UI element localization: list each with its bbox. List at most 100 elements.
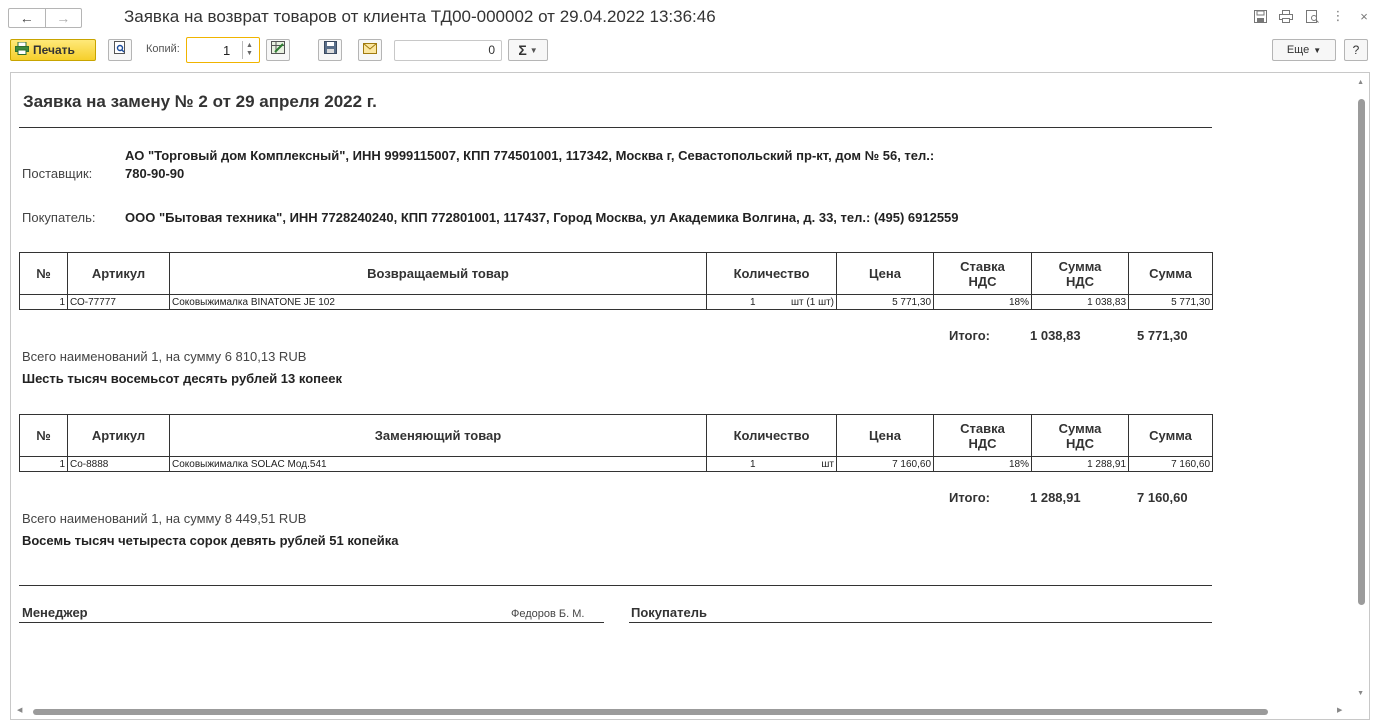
table-header-row: № Артикул Заменяющий товар Количество Це… xyxy=(19,414,1214,457)
window-title: Заявка на возврат товаров от клиента ТД0… xyxy=(124,7,716,26)
cell-qty: 1 xyxy=(706,456,758,472)
supplier-details-line2: 780-90-90 xyxy=(125,166,185,181)
page-number-field[interactable]: 0 xyxy=(394,40,502,61)
returned-total-sum: 5 771,30 xyxy=(1137,328,1188,343)
header-vat-rate-line2: НДС xyxy=(968,435,997,451)
buyer-signature-line xyxy=(629,622,1212,623)
table-row: 1 Со-8888 Соковыжималка SOLAC Мод.541 1 … xyxy=(19,456,1214,472)
scroll-right-icon[interactable]: ▶ xyxy=(1337,706,1342,714)
replacement-sum-in-words: Восемь тысяч четыреста сорок девять рубл… xyxy=(22,533,399,548)
returned-summary: Всего наименований 1, на сумму 6 810,13 … xyxy=(22,349,307,364)
cell-vat-rate: 18% xyxy=(933,456,1033,472)
replacement-total-vat: 1 288,91 xyxy=(1030,490,1081,505)
cell-unit: шт xyxy=(757,456,838,472)
arrow-right-icon: → xyxy=(56,10,71,26)
header-vat-rate-line1: Ставка xyxy=(960,420,1005,436)
header-sum: Сумма xyxy=(1128,414,1214,457)
envelope-icon xyxy=(363,41,377,59)
spin-down-icon: ▼ xyxy=(246,50,253,57)
cell-sum: 5 771,30 xyxy=(1128,294,1214,310)
toolbar: Печать Копий: 1 ▲ ▼ 0 Σ ▼ Еще ▼ ? xyxy=(0,36,1380,68)
more-button-label: Еще xyxy=(1286,44,1310,56)
print-button[interactable]: Печать xyxy=(10,39,96,61)
arrow-left-icon: ← xyxy=(19,10,34,26)
cell-article: Со-8888 xyxy=(67,456,170,472)
more-vertical-icon[interactable]: ⋮ xyxy=(1330,8,1346,24)
horizontal-scroll-thumb[interactable] xyxy=(33,709,1268,715)
scroll-left-icon[interactable]: ◀ xyxy=(17,706,22,714)
header-price: Цена xyxy=(836,414,935,457)
header-vat-sum: Сумма НДС xyxy=(1031,414,1130,457)
supplier-label: Поставщик: xyxy=(22,166,93,181)
preview-button[interactable] xyxy=(108,39,132,61)
manager-name: Федоров Б. М. xyxy=(511,608,585,620)
returned-goods-table: № Артикул Возвращаемый товар Количество … xyxy=(19,252,1214,310)
cell-price: 7 160,60 xyxy=(836,456,935,472)
replacement-summary: Всего наименований 1, на сумму 8 449,51 … xyxy=(22,511,307,526)
cell-price: 5 771,30 xyxy=(836,294,935,310)
vertical-scroll-thumb[interactable] xyxy=(1358,99,1365,605)
cell-qty: 1 xyxy=(706,294,758,310)
header-price: Цена xyxy=(836,252,935,295)
chevron-down-icon: ▼ xyxy=(529,45,538,55)
header-vat-sum-line1: Сумма xyxy=(1058,258,1102,274)
print-button-label: Печать xyxy=(33,43,75,57)
header-quantity: Количество xyxy=(705,414,838,457)
copies-input[interactable]: 1 ▲ ▼ xyxy=(186,37,260,63)
copies-value: 1 xyxy=(223,43,231,58)
returned-total-label: Итого: xyxy=(949,328,990,343)
horizontal-scrollbar[interactable]: ◀ ▶ xyxy=(11,705,1369,719)
printer-icon xyxy=(15,41,29,58)
spreadsheet-document: Заявка на замену № 2 от 29 апреля 2022 г… xyxy=(11,73,1351,703)
header-product: Возвращаемый товар xyxy=(169,252,707,295)
table-header-row: № Артикул Возвращаемый товар Количество … xyxy=(19,252,1214,295)
header-product: Заменяющий товар xyxy=(169,414,707,457)
cell-product: Соковыжималка SOLAC Мод.541 xyxy=(169,456,707,472)
header-vat-sum-line1: Сумма xyxy=(1058,420,1102,436)
copies-spinner[interactable]: ▲ ▼ xyxy=(242,41,256,59)
title-bar: ← → Заявка на возврат товаров от клиента… xyxy=(0,0,1380,34)
replacement-total-label: Итого: xyxy=(949,490,990,505)
cell-vat-sum: 1 038,83 xyxy=(1031,294,1130,310)
scroll-down-icon[interactable]: ▼ xyxy=(1357,690,1364,697)
window-controls: ⋮ × xyxy=(1252,8,1372,24)
send-email-button[interactable] xyxy=(358,39,382,61)
sum-dropdown-button[interactable]: Σ ▼ xyxy=(508,39,548,61)
header-num: № xyxy=(19,414,68,457)
more-button[interactable]: Еще ▼ xyxy=(1272,39,1336,61)
replacement-goods-table: № Артикул Заменяющий товар Количество Це… xyxy=(19,414,1214,472)
help-button[interactable]: ? xyxy=(1344,39,1368,61)
document-viewer[interactable]: Заявка на замену № 2 от 29 апреля 2022 г… xyxy=(10,72,1370,720)
print-icon[interactable] xyxy=(1278,8,1294,24)
replacement-total-sum: 7 160,60 xyxy=(1137,490,1188,505)
scroll-up-icon[interactable]: ▲ xyxy=(1357,79,1364,86)
header-vat-sum-line2: НДС xyxy=(1065,273,1095,289)
signature-divider xyxy=(19,585,1212,586)
buyer-signature-label: Покупатель xyxy=(631,605,707,620)
document-title: Заявка на замену № 2 от 29 апреля 2022 г… xyxy=(23,92,377,111)
cell-vat-rate: 18% xyxy=(933,294,1033,310)
header-quantity: Количество xyxy=(705,252,838,295)
cell-vat-sum: 1 288,91 xyxy=(1031,456,1130,472)
chevron-down-icon: ▼ xyxy=(1313,45,1322,55)
edit-table-icon xyxy=(271,41,285,59)
header-vat-rate-line2: НДС xyxy=(968,273,997,289)
vertical-scrollbar[interactable]: ▲ ▼ xyxy=(1353,73,1369,719)
preview-icon[interactable] xyxy=(1304,8,1320,24)
buyer-label: Покупатель: xyxy=(22,210,96,225)
edit-mode-button[interactable] xyxy=(266,39,290,61)
save-icon[interactable] xyxy=(1252,8,1268,24)
header-sum: Сумма xyxy=(1128,252,1214,295)
cell-sum: 7 160,60 xyxy=(1128,456,1214,472)
sigma-icon: Σ xyxy=(518,42,527,58)
save-button[interactable] xyxy=(318,39,342,61)
header-article: Артикул xyxy=(67,252,170,295)
floppy-icon xyxy=(323,41,337,59)
copies-label: Копий: xyxy=(146,43,180,55)
back-button[interactable]: ← xyxy=(9,9,45,27)
forward-button[interactable]: → xyxy=(44,9,82,27)
buyer-details: ООО "Бытовая техника", ИНН 7728240240, К… xyxy=(125,210,959,225)
close-icon[interactable]: × xyxy=(1356,8,1372,24)
header-vat-rate: Ставка НДС xyxy=(933,414,1033,457)
header-vat-rate-line1: Ставка xyxy=(960,258,1005,274)
